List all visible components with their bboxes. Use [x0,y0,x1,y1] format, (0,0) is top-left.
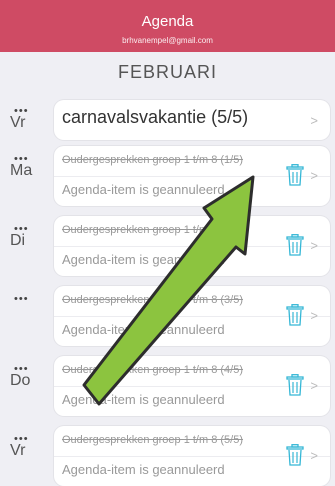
arrow-annotation [82,175,255,406]
